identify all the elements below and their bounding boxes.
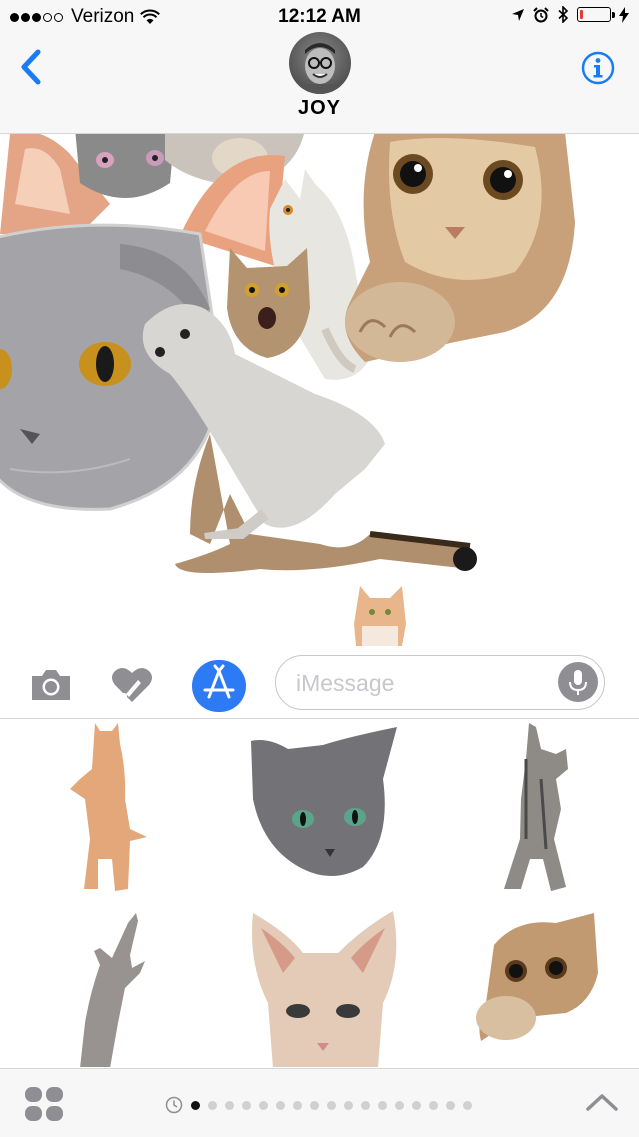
info-circle-icon[interactable] (581, 51, 615, 85)
page-dot[interactable] (344, 1100, 353, 1110)
page-dot[interactable] (361, 1100, 370, 1110)
status-right (511, 6, 629, 23)
four-dots-grid-icon[interactable] (24, 1086, 64, 1122)
status-bar: Verizon 12:12 AM (0, 0, 639, 34)
page-dot[interactable] (395, 1100, 404, 1110)
page-dot[interactable] (463, 1100, 472, 1110)
microphone-icon (569, 670, 587, 695)
drawer-sticker-sphynx-cat-head[interactable] (213, 893, 426, 1068)
drawer-sticker-orange-standing-cat[interactable] (0, 719, 213, 893)
alarm-clock-icon (533, 6, 549, 22)
page-dot[interactable] (259, 1100, 268, 1110)
page-dots[interactable] (191, 1100, 472, 1110)
page-indicator[interactable] (165, 1096, 472, 1114)
location-arrow-icon (512, 8, 524, 21)
page-dot[interactable] (293, 1100, 302, 1110)
contact-avatar[interactable] (289, 32, 351, 94)
chevron-up-icon[interactable] (585, 1091, 619, 1113)
sticker-drawer (0, 719, 639, 1068)
page-dot[interactable] (191, 1100, 200, 1110)
drawer-sticker-grey-cat-head[interactable] (213, 719, 426, 893)
drawer-sticker-reaching-grey-cat[interactable] (0, 893, 213, 1068)
drawer-sticker-peeking-tabby-cat[interactable] (426, 893, 639, 1067)
battery-level-fill (580, 10, 583, 19)
app-store-icon (203, 664, 235, 699)
page-dot[interactable] (378, 1100, 387, 1110)
avatar-face-icon (299, 43, 341, 94)
message-input-bar: iMessage (0, 652, 639, 719)
page-dot[interactable] (208, 1100, 217, 1110)
tabby-standing-cat-sticker (504, 723, 568, 891)
cat-sticker-grey-small[interactable] (70, 134, 180, 208)
page-dot[interactable] (310, 1100, 319, 1110)
app-drawer-bar (0, 1068, 639, 1137)
page-dot[interactable] (412, 1100, 421, 1110)
app-store-button[interactable] (192, 660, 246, 712)
battery-icon (577, 7, 615, 22)
grey-cat-head-sticker (251, 727, 397, 877)
page-dot[interactable] (276, 1100, 285, 1110)
microphone-button[interactable] (558, 662, 598, 702)
imessage-placeholder: iMessage (296, 670, 395, 696)
page-dot[interactable] (242, 1100, 251, 1110)
page-dot[interactable] (446, 1100, 455, 1110)
page-dot[interactable] (429, 1100, 438, 1110)
charging-bolt-icon (619, 6, 629, 23)
cat-sticker-tiny-orange[interactable] (352, 584, 408, 646)
conversation-area (0, 134, 639, 654)
reaching-grey-cat-sticker (80, 913, 145, 1068)
peeking-tabby-cat-sticker (476, 913, 598, 1041)
contact-name[interactable]: JOY (0, 97, 639, 120)
sphynx-cat-head-sticker (252, 911, 397, 1068)
drawer-sticker-tabby-standing-cat[interactable] (426, 719, 639, 893)
page-dot[interactable] (327, 1100, 336, 1110)
back-chevron-icon[interactable] (16, 48, 46, 86)
page-dot[interactable] (225, 1100, 234, 1110)
camera-icon[interactable] (28, 662, 74, 708)
orange-standing-cat-sticker (70, 723, 147, 891)
imessage-text-field[interactable]: iMessage (275, 655, 605, 710)
digital-touch-heart-icon[interactable] (109, 662, 155, 708)
clock-icon[interactable] (165, 1096, 183, 1114)
cat-sticker-grey-kitten[interactable] (135, 294, 390, 539)
bluetooth-icon (558, 6, 569, 23)
